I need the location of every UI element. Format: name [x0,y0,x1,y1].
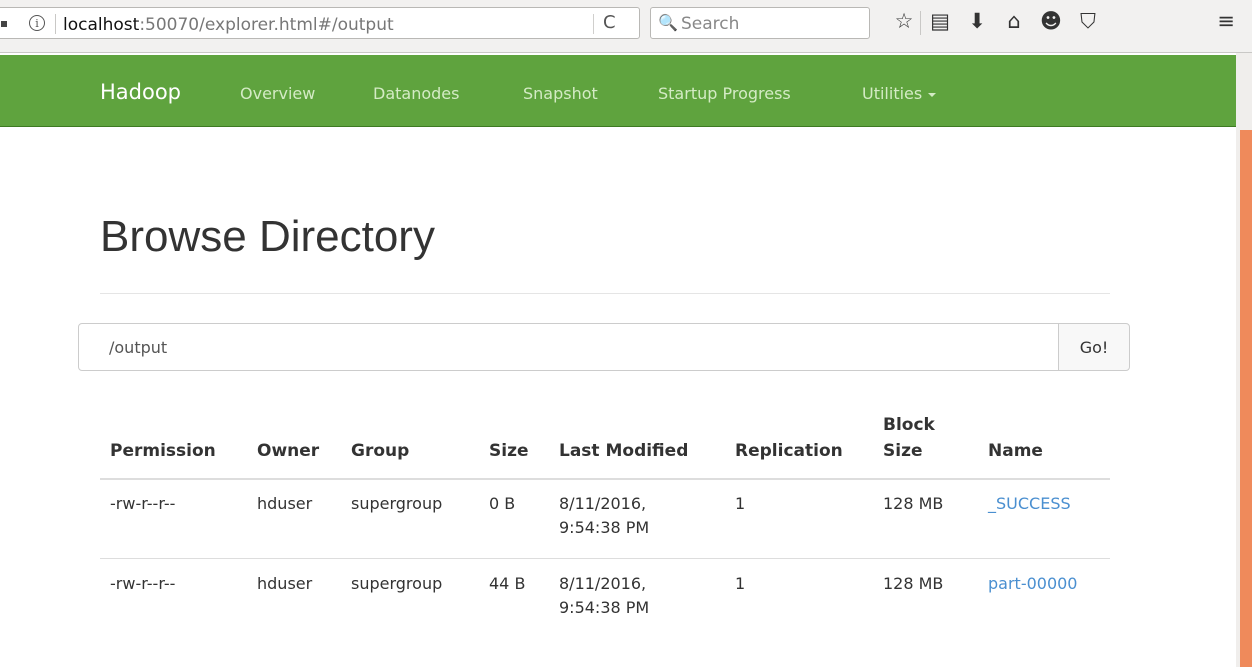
column-header-size[interactable]: Size [489,438,529,464]
directory-path-input[interactable] [78,323,1059,371]
url-bar[interactable]: i localhost:50070/explorer.html#/output … [0,7,640,39]
column-header-last-modified[interactable]: Last Modified [559,438,688,464]
cell-permission: -rw-r--r-- [110,574,176,593]
reload-icon[interactable]: C [603,12,616,33]
hamburger-menu-icon[interactable]: ≡ [1212,9,1240,33]
column-header-group[interactable]: Group [351,438,409,464]
url-text[interactable]: localhost:50070/explorer.html#/output [63,15,394,35]
url-path: :50070/explorer.html#/output [139,15,394,35]
cell-group: supergroup [351,574,443,593]
nav-item-overview[interactable]: Overview [240,84,315,103]
caret-down-icon [928,92,937,97]
toolbar-separator [920,11,921,35]
back-button-icon[interactable] [1,21,7,27]
cell-permission: -rw-r--r-- [110,494,176,513]
cell-modified-time: 9:54:38 PM [559,518,650,537]
url-host: localhost [63,15,140,35]
row-divider [100,558,1110,559]
cell-size: 0 B [489,494,516,513]
chat-icon[interactable]: ☻ [1037,9,1065,33]
cell-block-size: 128 MB [883,494,944,513]
download-icon[interactable]: ⬇ [963,9,991,33]
search-icon: 🔍 [658,13,678,32]
search-bar[interactable]: 🔍 Search [650,7,870,39]
cell-group: supergroup [351,494,443,513]
column-header-block-size-line1[interactable]: Block [883,412,935,438]
browser-toolbar: i localhost:50070/explorer.html#/output … [0,0,1252,53]
nav-item-utilities[interactable]: Utilities [862,84,937,103]
cell-size: 44 B [489,574,526,593]
navbar: Hadoop Overview Datanodes Snapshot Start… [0,55,1236,127]
pocket-icon[interactable]: ⛉ [1074,9,1102,34]
column-header-permission[interactable]: Permission [110,438,216,464]
nav-item-datanodes[interactable]: Datanodes [373,84,459,103]
column-header-name[interactable]: Name [988,438,1043,464]
home-icon[interactable]: ⌂ [1000,9,1028,33]
cell-modified-time: 9:54:38 PM [559,598,650,617]
cell-replication: 1 [735,494,746,513]
navbar-brand[interactable]: Hadoop [100,80,181,104]
library-icon[interactable]: ▤ [926,9,954,33]
cell-owner: hduser [257,574,313,593]
url-separator [55,14,56,34]
cell-owner: hduser [257,494,313,513]
cell-modified-date: 8/11/2016, [559,574,647,593]
table-header-divider [100,478,1110,480]
column-header-owner[interactable]: Owner [257,438,319,464]
bookmark-star-icon[interactable]: ☆ [890,9,918,33]
reload-separator [593,14,594,34]
search-placeholder: Search [681,14,740,34]
nav-item-startup-progress[interactable]: Startup Progress [658,84,791,103]
file-link-success[interactable]: _SUCCESS [988,492,1071,516]
cell-replication: 1 [735,574,746,593]
go-button[interactable]: Go! [1058,323,1130,371]
site-info-icon[interactable]: i [29,15,45,31]
column-header-replication[interactable]: Replication [735,438,843,464]
cell-modified-date: 8/11/2016, [559,494,647,513]
column-header-block-size-line2[interactable]: Size [883,438,923,464]
page-title: Browse Directory [100,212,435,261]
title-divider [100,293,1110,294]
nav-item-snapshot[interactable]: Snapshot [523,84,598,103]
cell-block-size: 128 MB [883,574,944,593]
scrollbar-thumb[interactable] [1240,130,1252,667]
file-link-part-00000[interactable]: part-00000 [988,572,1077,596]
utilities-label: Utilities [862,84,923,103]
